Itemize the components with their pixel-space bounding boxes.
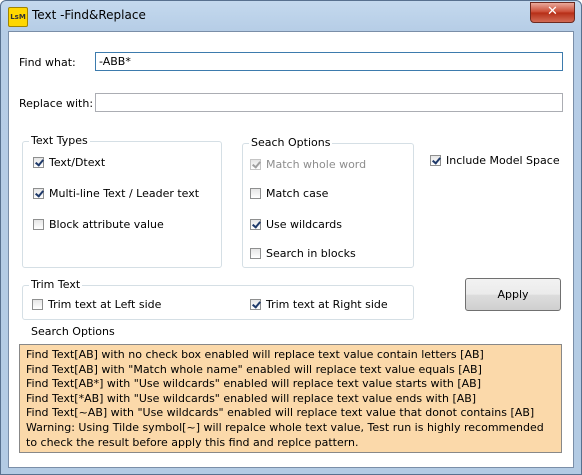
checkbox-label: Match whole word — [266, 158, 367, 171]
match-whole-word-checkbox[interactable]: Match whole word — [250, 158, 366, 171]
checkbox-label: Trim text at Left side — [48, 298, 162, 311]
apply-button[interactable]: Apply — [465, 278, 561, 311]
help-line: Warning: Using Tilde symbol[~] will repa… — [26, 420, 544, 434]
find-what-input[interactable] — [95, 52, 563, 71]
find-what-label: Find what: — [19, 56, 76, 69]
checkbox-icon — [250, 188, 261, 199]
search-options-group: Seach Options Match whole word Match cas… — [242, 136, 414, 268]
window-title: Text -Find&Replace — [32, 8, 146, 22]
app-icon: LsM — [8, 7, 28, 27]
help-line: Find Text[*AB] with "Use wildcards" enab… — [26, 391, 477, 405]
checkbox-label: Block attribute value — [49, 218, 164, 231]
title-bar[interactable]: LsM Text -Find&Replace ✕ — [1, 1, 581, 31]
checkbox-label: Multi-line Text / Leader text — [49, 187, 200, 200]
replace-with-input[interactable] — [95, 93, 563, 112]
checkbox-icon — [250, 299, 261, 310]
search-options-help-box: Find Text[AB] with no check box enabled … — [19, 344, 562, 453]
checkbox-label: Text/Dtext — [49, 156, 106, 169]
info-title: Search Options — [31, 325, 115, 338]
checkbox-icon — [32, 299, 43, 310]
checkbox-icon — [33, 157, 44, 168]
include-model-space-checkbox[interactable]: Include Model Space — [430, 154, 560, 167]
checkbox-icon — [250, 219, 261, 230]
dialog-window: LsM Text -Find&Replace ✕ Find what: Repl… — [0, 0, 582, 475]
checkbox-label: Trim text at Right side — [266, 298, 388, 311]
help-line: Find Text[AB] with "Match whole name" en… — [26, 362, 482, 376]
replace-with-label: Replace with: — [19, 97, 94, 110]
checkbox-icon — [33, 219, 44, 230]
search-in-blocks-checkbox[interactable]: Search in blocks — [250, 247, 356, 260]
checkbox-icon — [430, 155, 441, 166]
close-button[interactable]: ✕ — [530, 2, 575, 23]
trim-left-checkbox[interactable]: Trim text at Left side — [32, 298, 161, 311]
checkbox-label: Include Model Space — [446, 154, 560, 167]
text-types-group: Text Types Text/Dtext Multi-line Text / … — [22, 134, 222, 268]
text-dtext-checkbox[interactable]: Text/Dtext — [33, 156, 105, 169]
checkbox-label: Match case — [266, 187, 329, 200]
help-line: Find Text[AB*] with "Use wildcards" enab… — [26, 377, 482, 391]
dialog-body: Find what: Replace with: Text Types Text… — [8, 31, 574, 468]
help-line: to check the result before apply this fi… — [26, 435, 359, 449]
trim-text-title: Trim Text — [29, 278, 83, 291]
trim-right-checkbox[interactable]: Trim text at Right side — [250, 298, 388, 311]
checkbox-label: Use wildcards — [266, 218, 342, 231]
search-options-title: Seach Options — [249, 136, 333, 149]
text-types-title: Text Types — [29, 134, 90, 147]
block-attribute-checkbox[interactable]: Block attribute value — [33, 218, 164, 231]
multiline-text-checkbox[interactable]: Multi-line Text / Leader text — [33, 187, 199, 200]
trim-text-group: Trim Text Trim text at Left side Trim te… — [22, 278, 414, 320]
checkbox-icon — [250, 159, 261, 170]
checkbox-icon — [250, 248, 261, 259]
help-line: Find Text[~AB] with "Use wildcards" enab… — [26, 406, 535, 420]
help-line: Find Text[AB] with no check box enabled … — [26, 348, 484, 361]
checkbox-icon — [33, 188, 44, 199]
match-case-checkbox[interactable]: Match case — [250, 187, 328, 200]
checkbox-label: Search in blocks — [266, 247, 356, 260]
use-wildcards-checkbox[interactable]: Use wildcards — [250, 218, 342, 231]
